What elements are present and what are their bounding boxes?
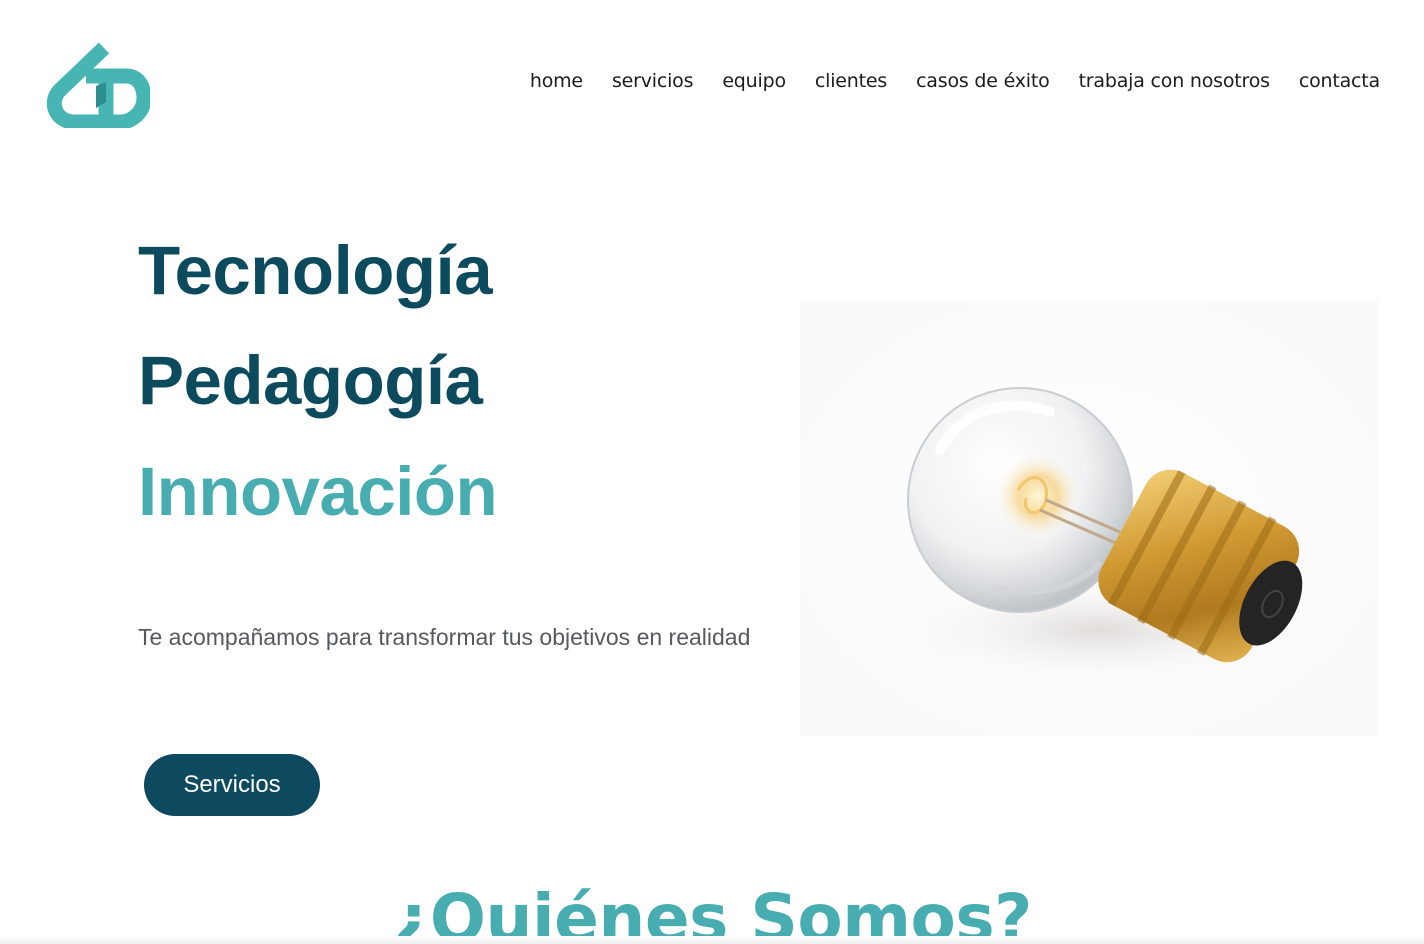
brand-logo-icon[interactable] [46,42,150,128]
light-bulb-image [800,300,1378,736]
main-nav: home servicios equipo clientes casos de … [530,70,1380,92]
nav-home[interactable]: home [530,70,583,92]
hero-line-tecnologia: Tecnología [138,232,493,309]
nav-clientes[interactable]: clientes [815,70,887,92]
hero-subtitle: Te acompañamos para transformar tus obje… [138,624,751,650]
nav-servicios[interactable]: servicios [612,70,694,92]
servicios-button[interactable]: Servicios [144,754,320,816]
nav-equipo[interactable]: equipo [722,70,786,92]
hero-line-innovacion: Innovación [138,453,498,530]
hero-line-pedagogia: Pedagogía [138,342,483,419]
nav-casos-de-exito[interactable]: casos de éxito [916,70,1050,92]
page-bottom-divider [0,936,1424,944]
quienes-somos-heading: ¿Quiénes Somos? [392,880,1032,944]
nav-contacta[interactable]: contacta [1299,70,1380,92]
nav-trabaja-con-nosotros[interactable]: trabaja con nosotros [1079,70,1270,92]
